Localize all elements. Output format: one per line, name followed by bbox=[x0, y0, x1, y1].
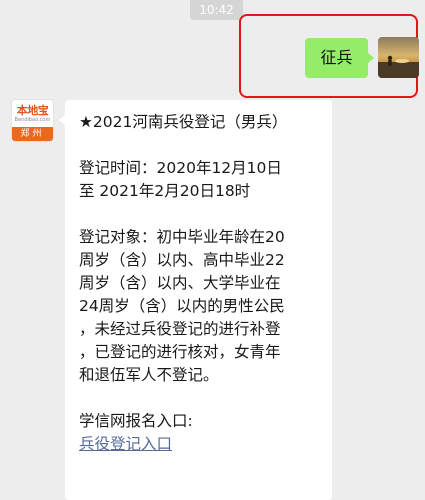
avatar-city-label: 郑州 bbox=[12, 127, 53, 141]
avatar-logo-domain: Bendibao.com bbox=[14, 117, 51, 123]
registration-entry-link[interactable]: 兵役登记入口 bbox=[79, 435, 172, 453]
user-avatar[interactable] bbox=[378, 37, 419, 78]
sunset-photo-icon bbox=[378, 37, 419, 78]
account-avatar[interactable]: 本地宝 Bendibao.com 郑州 bbox=[11, 99, 54, 142]
received-message-bubble[interactable]: ★2021河南兵役登记（男兵） 登记时间：2020年12月10日 至 2021年… bbox=[59, 100, 332, 500]
sent-message-bubble[interactable]: 征兵 bbox=[305, 38, 374, 78]
reply-registration-target: 登记对象：初中毕业年龄在20 周岁（含）以内、高中毕业22 周岁（含）以内、大学… bbox=[79, 228, 285, 384]
reply-entry-label: 学信网报名入口: bbox=[79, 412, 193, 430]
reply-title: ★2021河南兵役登记（男兵） bbox=[79, 113, 288, 131]
message-timestamp: 10:42 bbox=[190, 0, 243, 20]
avatar-logo-text: 本地宝 bbox=[16, 104, 49, 117]
reply-registration-time: 登记时间：2020年12月10日 至 2021年2月20日18时 bbox=[79, 159, 282, 200]
